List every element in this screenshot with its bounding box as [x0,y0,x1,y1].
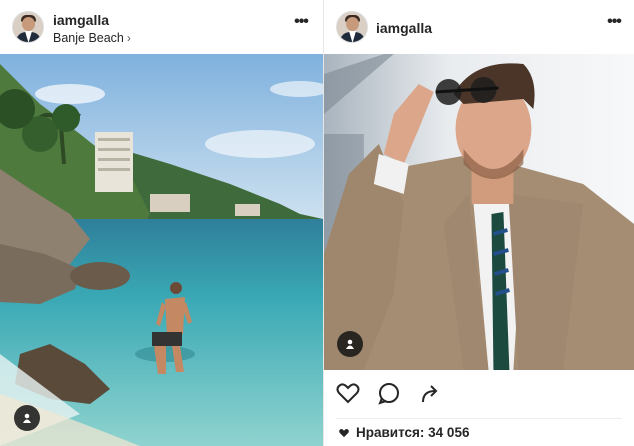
location-link[interactable]: Banje Beach › [53,31,131,45]
post-header: iamgalla Banje Beach › ••• [0,0,323,54]
post-photo-portrait[interactable] [324,54,634,370]
chevron-right-icon: › [126,31,131,45]
user-tag-icon[interactable] [14,405,40,431]
divider [336,418,622,419]
post-portrait: iamgalla ••• Нравится: 34 056 [323,0,634,446]
username[interactable]: iamgalla [376,20,432,36]
comment-icon[interactable] [376,380,402,406]
post-banje-beach: iamgalla Banje Beach › ••• [0,0,323,446]
likes-count[interactable]: Нравится: 34 056 [338,425,469,440]
post-photo-beach[interactable] [0,54,323,446]
post-actions [324,370,634,416]
more-options-icon[interactable]: ••• [291,14,311,32]
heart-filled-icon [339,428,349,437]
heart-icon[interactable] [335,380,361,406]
post-header: iamgalla ••• [324,0,634,54]
more-options-icon[interactable]: ••• [604,14,624,32]
likes-label: Нравится: 34 056 [356,425,470,440]
user-tag-icon[interactable] [337,331,363,357]
avatar[interactable] [336,11,368,43]
username[interactable]: iamgalla [53,12,109,28]
share-icon[interactable] [417,380,443,406]
location-label: Banje Beach [53,31,124,45]
avatar[interactable] [12,11,44,43]
